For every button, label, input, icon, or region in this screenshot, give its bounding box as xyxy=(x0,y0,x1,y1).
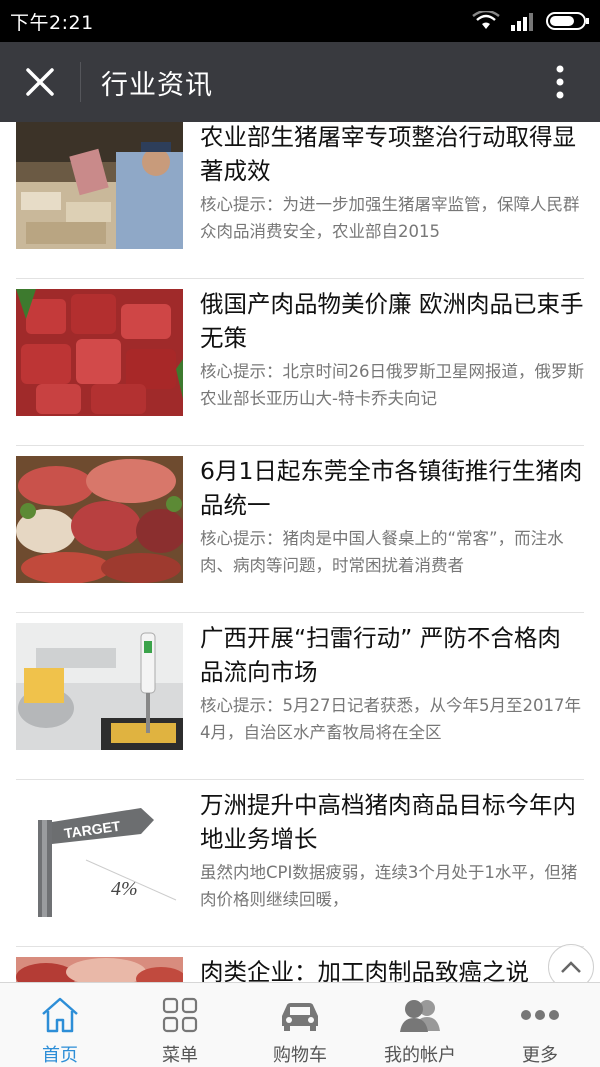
tab-account[interactable]: 我的帐户 xyxy=(360,983,480,1067)
bottom-tab-bar: 首页 菜单 购物车 我的帐户 更多 xyxy=(0,982,600,1067)
status-icons xyxy=(472,11,590,31)
status-bar: 下午2:21 xyxy=(0,0,600,42)
vertical-dots-icon xyxy=(556,65,564,99)
news-feed[interactable]: 农业部生猪屠宰专项整治行动取得显著成效 核心提示：为进一步加强生猪屠宰监管，保障… xyxy=(0,122,600,982)
article-title: 肉类企业：加工肉制品致癌之说 xyxy=(200,958,529,982)
close-icon xyxy=(26,68,54,96)
tab-label: 菜单 xyxy=(162,1045,198,1066)
article-title: 农业部生猪屠宰专项整治行动取得显著成效 xyxy=(200,123,576,185)
more-menu-button[interactable] xyxy=(520,42,600,122)
grid-icon xyxy=(162,997,198,1033)
article-thumbnail xyxy=(16,957,183,982)
article-text: 6月1日起东莞全市各镇街推行生猪肉品统一 核心提示：猪肉是中国人餐桌上的“常客”… xyxy=(200,446,584,612)
article-item[interactable]: 广西开展“扫雷行动” 严防不合格肉品流向市场 核心提示：5月27日记者获悉，从今… xyxy=(16,613,584,780)
article-text: 俄国产肉品物美价廉 欧洲肉品已束手无策 核心提示：北京时间26日俄罗斯卫星网报道… xyxy=(200,279,584,445)
more-dots-icon xyxy=(521,1010,559,1020)
article-text: 农业部生猪屠宰专项整治行动取得显著成效 核心提示：为进一步加强生猪屠宰监管，保障… xyxy=(200,122,584,278)
article-summary: 核心提示：北京时间26日俄罗斯卫星网报道，俄罗斯农业部长亚历山大-特卡乔夫向记 xyxy=(200,362,584,408)
article-text: 广西开展“扫雷行动” 严防不合格肉品流向市场 核心提示：5月27日记者获悉，从今… xyxy=(200,613,584,779)
article-thumbnail: TARGET 4% xyxy=(16,790,183,917)
signal-icon xyxy=(511,13,533,31)
title-divider xyxy=(80,62,81,102)
article-summary: 虽然内地CPI数据疲弱，连续3个月处于1水平，但猪肉价格则继续回暖， xyxy=(200,863,578,909)
article-item[interactable]: 农业部生猪屠宰专项整治行动取得显著成效 核心提示：为进一步加强生猪屠宰监管，保障… xyxy=(16,122,584,279)
article-summary: 核心提示：为进一步加强生猪屠宰监管，保障人民群众肉品消费安全，农业部自2015 xyxy=(200,195,580,241)
users-icon xyxy=(400,1000,440,1032)
article-title: 广西开展“扫雷行动” 严防不合格肉品流向市场 xyxy=(200,624,561,686)
page-title: 行业资讯 xyxy=(101,69,213,101)
tab-home[interactable]: 首页 xyxy=(0,983,120,1067)
article-text: 万洲提升中高档猪肉商品目标今年内地业务增长 虽然内地CPI数据疲弱，连续3个月处… xyxy=(200,780,584,946)
article-title: 6月1日起东莞全市各镇街推行生猪肉品统一 xyxy=(200,457,583,519)
article-thumbnail xyxy=(16,623,183,750)
article-summary: 核心提示：猪肉是中国人餐桌上的“常客”，而注水肉、病肉等问题，时常困扰着消费者 xyxy=(200,529,564,575)
article-thumbnail xyxy=(16,289,183,416)
article-text: 肉类企业：加工肉制品致癌之说 xyxy=(200,947,584,982)
article-title: 万洲提升中高档猪肉商品目标今年内地业务增长 xyxy=(200,791,576,853)
article-item[interactable]: 肉类企业：加工肉制品致癌之说 xyxy=(16,947,584,982)
battery-icon xyxy=(546,12,589,30)
car-icon xyxy=(282,1003,318,1031)
tab-more[interactable]: 更多 xyxy=(480,983,600,1067)
wifi-icon xyxy=(472,11,500,29)
close-button[interactable] xyxy=(0,42,80,122)
tab-label: 我的帐户 xyxy=(384,1045,456,1066)
article-item[interactable]: TARGET 4% 万洲提升中高档猪肉商品目标今年内地业务增长 虽然内地CPI数… xyxy=(16,780,584,947)
tab-cart[interactable]: 购物车 xyxy=(240,983,360,1067)
article-title: 俄国产肉品物美价廉 欧洲肉品已束手无策 xyxy=(200,290,584,352)
status-time: 下午2:21 xyxy=(10,11,94,34)
article-thumbnail xyxy=(16,456,183,583)
tab-label: 更多 xyxy=(522,1045,558,1066)
article-item[interactable]: 6月1日起东莞全市各镇街推行生猪肉品统一 核心提示：猪肉是中国人餐桌上的“常客”… xyxy=(16,446,584,613)
title-bar: 行业资讯 xyxy=(0,42,600,122)
chevron-up-icon xyxy=(561,961,581,973)
article-summary: 核心提示：5月27日记者获悉，从今年5月至2017年4月，自治区水产畜牧局将在全… xyxy=(200,696,581,742)
tab-label: 购物车 xyxy=(273,1045,327,1066)
home-icon xyxy=(42,997,78,1033)
tab-menu[interactable]: 菜单 xyxy=(120,983,240,1067)
tab-label: 首页 xyxy=(42,1045,78,1066)
article-item[interactable]: 俄国产肉品物美价廉 欧洲肉品已束手无策 核心提示：北京时间26日俄罗斯卫星网报道… xyxy=(16,279,584,446)
article-thumbnail xyxy=(16,122,183,249)
